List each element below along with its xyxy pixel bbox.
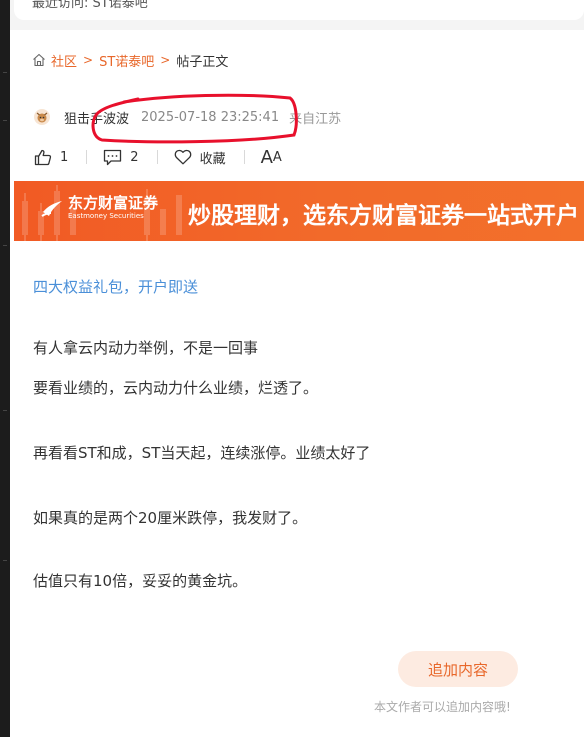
post-paragraph: 要看业绩的，云内动力什么业绩，烂透了。 [33,379,319,397]
breadcrumb-current: 帖子正文 [176,54,229,70]
comment-count: 2 [130,149,139,165]
avatar[interactable] [34,109,50,125]
author-name[interactable]: 狙击手波波 [64,108,129,127]
comment-icon [104,149,122,165]
post-paragraph: 如果真的是两个20厘米跌停，我发财了。 [33,509,308,527]
window-left-edge [0,0,10,737]
banner-brand-en: Eastmoney Securities [68,212,144,220]
comment-button[interactable]: 2 [103,149,139,166]
cow-avatar-icon [36,112,48,123]
banner-slogan: 炒股理财，选东方财富证券一站式开户 [188,203,579,229]
author-row: 狙击手波波 2025-07-18 23:25:41 来自江苏 [34,107,341,127]
divider [156,150,158,164]
promo-link[interactable]: 四大权益礼包，开户即送 [33,276,198,297]
favorite-button[interactable]: 收藏 [174,148,226,167]
home-icon[interactable] [32,53,46,67]
heart-icon [174,149,191,165]
action-bar: 1 2 收藏 AA [34,146,282,168]
add-content-button[interactable]: 追加内容 [398,651,518,687]
divider [86,150,88,164]
breadcrumb: 社区 > ST诺泰吧 > 帖子正文 [32,51,229,70]
add-content-hint: 本文作者可以追加内容哦! [374,700,511,714]
banner-brand: 东方财富证券 [68,194,159,212]
breadcrumb-community-link[interactable]: 社区 [51,51,77,70]
post-location: 来自江苏 [289,111,342,127]
divider [243,150,245,164]
eastmoney-logo: 东方财富证券 Eastmoney Securities [40,195,158,221]
chevron-right-icon: > [160,53,171,67]
eastmoney-logo-icon [41,201,62,217]
ad-banner[interactable]: 东方财富证券 Eastmoney Securities 炒股理财，选东方财富证券… [14,181,584,241]
breadcrumb-forum-link[interactable]: ST诺泰吧 [99,51,154,70]
favorite-label: 收藏 [199,151,226,167]
post-paragraph: 再看看ST和成，ST当天起，连续涨停。业绩太好了 [33,444,371,462]
recent-visit-text[interactable]: 最近访问: ST诺泰吧 [32,0,148,11]
like-count: 1 [60,149,69,165]
post-paragraph: 有人拿云内动力举例，不是一回事 [33,339,259,357]
font-size-small-label: A [272,149,282,165]
thumbs-up-icon [34,149,52,165]
post-paragraph: 估值只有10倍，妥妥的黄金坑。 [33,572,248,590]
font-size-button[interactable]: AA [261,147,282,168]
post-time: 2025-07-18 23:25:41 [141,109,280,125]
chevron-right-icon: > [83,53,94,67]
font-size-large-label: A [260,146,273,168]
like-button[interactable]: 1 [34,149,68,166]
